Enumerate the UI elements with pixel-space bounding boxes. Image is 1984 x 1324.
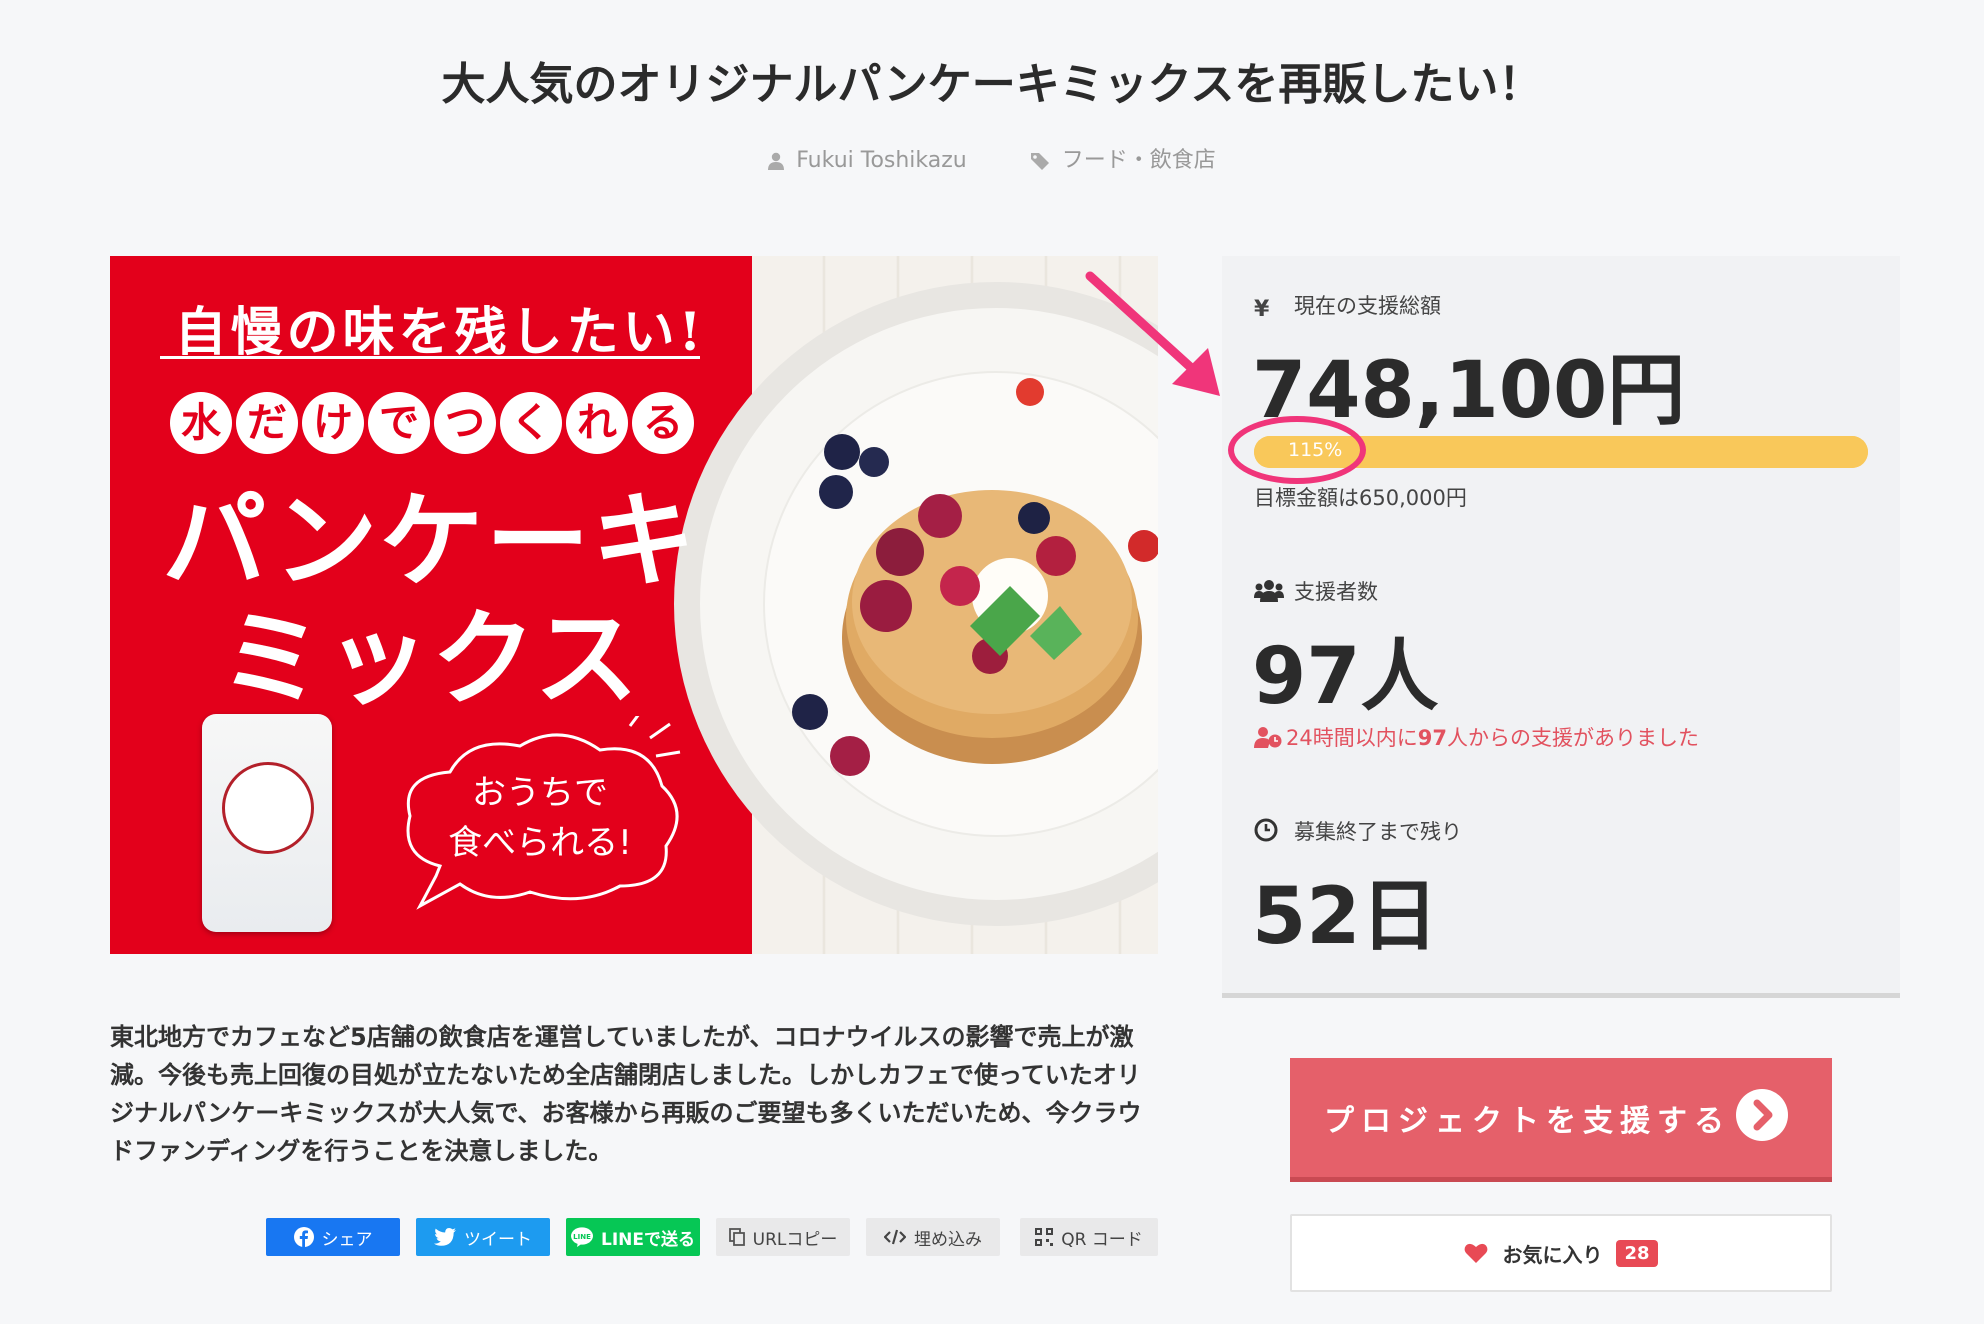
- favorite-label: お気に入り: [1502, 1242, 1603, 1267]
- qr-code-button[interactable]: QR コード: [1020, 1218, 1158, 1256]
- hero-divider: [160, 356, 700, 359]
- yen-icon: ¥: [1254, 297, 1270, 322]
- category-link[interactable]: フード・飲食店: [1030, 142, 1216, 174]
- bubble-char: で: [368, 392, 430, 454]
- speech-line1: おうちで: [472, 773, 608, 813]
- project-summary: 東北地方でカフェなど5店舗の飲食店を運営していましたが、コロナウイルスの影響で売…: [110, 1023, 1142, 1165]
- hero-headline-2: パンケーキ ミックス: [130, 482, 730, 718]
- embed-label: 埋め込み: [914, 1229, 982, 1250]
- facebook-icon: [293, 1227, 314, 1247]
- bubble-char: け: [302, 392, 364, 454]
- line-share-label: LINEで送る: [601, 1229, 695, 1250]
- twitter-share-button[interactable]: ツイート: [416, 1218, 550, 1256]
- total-label: 現在の支援総額: [1294, 294, 1441, 318]
- goal-amount: 目標金額は650,000円: [1254, 486, 1467, 510]
- page-title: 大人気のオリジナルパンケーキミックスを再販したい！: [441, 59, 1543, 110]
- heart-icon: [1465, 1243, 1488, 1263]
- recent-count: 97: [1417, 726, 1447, 750]
- code-icon: [884, 1229, 906, 1245]
- users-icon: [1254, 580, 1284, 602]
- category-name: フード・飲食店: [1061, 148, 1216, 173]
- bubble-char: 水: [170, 392, 232, 454]
- tag-icon: [1030, 153, 1049, 170]
- svg-text:LINE: LINE: [573, 1233, 591, 1241]
- owner-link[interactable]: Fukui Toshikazu: [768, 148, 967, 173]
- product-package-image: [202, 714, 332, 932]
- favorite-count-badge: 28: [1616, 1239, 1658, 1267]
- project-page: 大人気のオリジナルパンケーキミックスを再販したい！ Fukui Toshikaz…: [0, 0, 1984, 1324]
- recent-prefix: 24時間以内に: [1286, 726, 1418, 750]
- hero-bubble-text: 水だけでつくれる: [170, 392, 710, 474]
- product-logo-seal: [222, 762, 314, 854]
- bubble-char: つ: [434, 392, 496, 454]
- project-meta: Fukui Toshikazu フード・飲食店: [0, 142, 1984, 174]
- recent-support-note: 24時間以内に97人からの支援がありました: [1254, 722, 1699, 752]
- support-project-label: プロジェクトを支援する: [1324, 1103, 1731, 1139]
- favorite-button[interactable]: お気に入り 28: [1290, 1214, 1832, 1292]
- bubble-char: く: [500, 392, 562, 454]
- annotation-arrow-icon: [1085, 271, 1220, 396]
- twitter-share-label: ツイート: [464, 1229, 532, 1250]
- line-share-button[interactable]: LINE LINEで送る: [566, 1218, 700, 1256]
- hero-headline-1: 自慢の味を残したい!: [174, 302, 706, 363]
- user-clock-icon: [1254, 727, 1282, 748]
- url-copy-button[interactable]: URLコピー: [716, 1218, 850, 1256]
- remaining-days: 52日: [1252, 872, 1439, 962]
- facebook-share-label: シェア: [321, 1229, 373, 1250]
- backers-label: 支援者数: [1294, 580, 1378, 604]
- bubble-char: る: [632, 392, 694, 454]
- funding-stats-card: ¥ 現在の支援総額 748,100円 115% 目標金額は650,000円 支援者…: [1222, 256, 1900, 998]
- url-copy-label: URLコピー: [752, 1229, 838, 1250]
- backers-count: 97人: [1252, 632, 1439, 722]
- hero-speech-text: おうちで 食べられる!: [410, 768, 670, 868]
- qr-icon: [1035, 1228, 1054, 1246]
- remaining-label-row: 募集終了まで残り: [1254, 816, 1462, 847]
- project-hero-image: 自慢の味を残したい! 水だけでつくれる パンケーキ ミックス おうちで 食べられ…: [110, 256, 1158, 954]
- clock-icon: [1254, 818, 1278, 842]
- annotation-highlight-circle: [1228, 416, 1366, 484]
- total-label-row: ¥ 現在の支援総額: [1254, 290, 1441, 322]
- line-icon: LINE: [571, 1227, 593, 1247]
- backers-label-row: 支援者数: [1254, 576, 1378, 607]
- bubble-char: れ: [566, 392, 628, 454]
- user-icon: [768, 152, 785, 170]
- support-project-button[interactable]: プロジェクトを支援する: [1290, 1058, 1832, 1182]
- recent-suffix: 人からの支援がありました: [1446, 726, 1699, 750]
- owner-name: Fukui Toshikazu: [796, 148, 967, 173]
- hero-headline-2-line1: パンケーキ: [162, 480, 698, 602]
- chevron-right-icon: [1753, 1099, 1773, 1131]
- hero-headline-2-line2: ミックス: [219, 598, 641, 720]
- facebook-share-button[interactable]: シェア: [266, 1218, 400, 1256]
- embed-button[interactable]: 埋め込み: [866, 1218, 1000, 1256]
- bubble-char: だ: [236, 392, 298, 454]
- qr-code-label: QR コード: [1061, 1229, 1143, 1250]
- speech-line2: 食べられる!: [448, 823, 632, 863]
- copy-icon: [728, 1228, 745, 1246]
- remaining-label: 募集終了まで残り: [1294, 820, 1462, 844]
- twitter-icon: [434, 1228, 456, 1246]
